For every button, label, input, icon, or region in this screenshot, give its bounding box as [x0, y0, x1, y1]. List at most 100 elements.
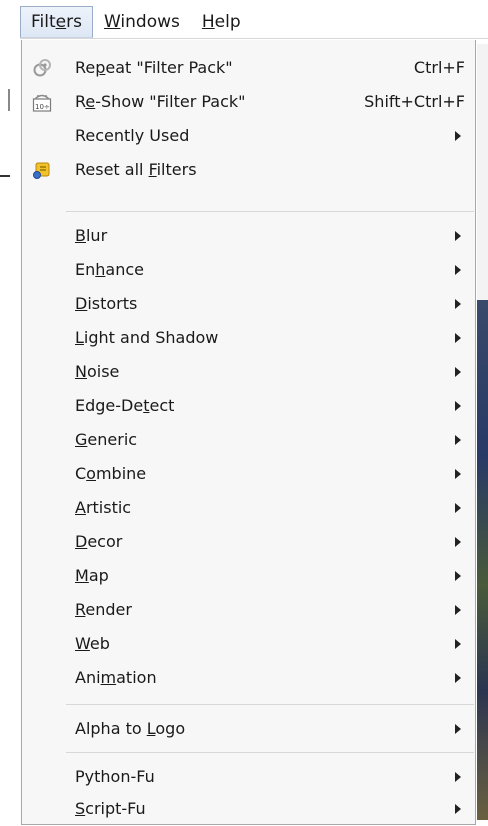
- menubar-filters[interactable]: Filters: [20, 6, 93, 38]
- menu-item-python-fu[interactable]: Python-Fu: [22, 760, 475, 794]
- app-background-left: [0, 44, 20, 825]
- menu-item-map[interactable]: Map: [22, 559, 475, 593]
- label-text: Alpha to: [75, 719, 147, 738]
- menu-item-reset-all-filters[interactable]: Reset all Filters: [22, 153, 475, 187]
- label-text: ation: [116, 668, 157, 687]
- menu-item-web[interactable]: Web: [22, 627, 475, 661]
- menu-item-edge-detect[interactable]: Edge-Detect: [22, 389, 475, 423]
- app-background-right: [477, 44, 488, 300]
- menu-item-label: Artistic: [75, 491, 131, 525]
- submenu-arrow-icon: [455, 724, 461, 734]
- menu-item-noise[interactable]: Noise: [22, 355, 475, 389]
- menu-item-label: Light and Shadow: [75, 321, 218, 355]
- mnemonic: W: [103, 12, 121, 32]
- mnemonic: e: [85, 92, 96, 111]
- label-text: eb: [89, 634, 110, 653]
- background-edge-mark: [8, 89, 10, 111]
- menubar-help[interactable]: Help: [191, 6, 252, 38]
- menu-item-alpha-to-logo[interactable]: Alpha to Logo: [22, 712, 475, 746]
- label-text: Ani: [75, 668, 101, 687]
- menu-item-label: Generic: [75, 423, 137, 457]
- mnemonic: L: [75, 328, 84, 347]
- mnemonic: F: [148, 160, 157, 179]
- menu-item-label: Enhance: [75, 253, 144, 287]
- menu-item-decor[interactable]: Decor: [22, 525, 475, 559]
- menubar-filters-label: Filt: [31, 12, 56, 32]
- menu-item-reshow-filter[interactable]: 10÷ Re-Show "Filter Pack" Shift+Ctrl+F: [22, 85, 475, 119]
- mnemonic: e: [55, 12, 67, 32]
- mnemonic: h: [95, 260, 106, 279]
- submenu-arrow-icon: [455, 435, 461, 445]
- submenu-arrow-icon: [455, 401, 461, 411]
- shortcut-text: Ctrl+F: [413, 58, 465, 77]
- menubar-filters-label-rest: rs: [66, 12, 82, 32]
- menu-item-artistic[interactable]: Artistic: [22, 491, 475, 525]
- menu-item-label: Script-Fu: [75, 792, 146, 826]
- menu-item-label: Map: [75, 559, 109, 593]
- menu-item-label: Blur: [75, 219, 107, 253]
- mnemonic: S: [75, 799, 86, 818]
- menu-item-label: Web: [75, 627, 110, 661]
- menubar-divider: [20, 38, 488, 39]
- menu-item-label: Render: [75, 593, 132, 627]
- label-text: ender: [85, 600, 132, 619]
- menu-separator: [66, 704, 474, 705]
- label-text: C: [75, 464, 87, 483]
- label-text: ect: [149, 396, 175, 415]
- label-text: cript-Fu: [85, 799, 146, 818]
- submenu-arrow-icon: [455, 804, 461, 814]
- menu-separator: [66, 752, 474, 753]
- mnemonic: o: [86, 464, 96, 483]
- menu-item-label: Animation: [75, 661, 157, 695]
- submenu-arrow-icon: [455, 367, 461, 377]
- mnemonic: A: [75, 498, 86, 517]
- menu-item-label: Repeat "Filter Pack": [75, 51, 233, 85]
- menu-item-repeat-filter[interactable]: Repeat "Filter Pack" Ctrl+F: [22, 51, 475, 85]
- menu-item-combine[interactable]: Combine: [22, 457, 475, 491]
- menu-item-script-fu[interactable]: Script-Fu: [22, 792, 475, 826]
- submenu-arrow-icon: [455, 673, 461, 683]
- label-text: istorts: [87, 294, 138, 313]
- menu-item-animation[interactable]: Animation: [22, 661, 475, 695]
- menu-item-label: Decor: [75, 525, 122, 559]
- menubar-help-label-rest: elp: [214, 12, 241, 32]
- menu-item-generic[interactable]: Generic: [22, 423, 475, 457]
- submenu-arrow-icon: [455, 605, 461, 615]
- reshow-filter-icon: 10÷: [32, 92, 52, 112]
- label-text: ecor: [87, 532, 123, 551]
- menu-item-distorts[interactable]: Distorts: [22, 287, 475, 321]
- label-text: -Show "Filter Pack": [95, 92, 246, 111]
- menubar: Filters Windows Help: [20, 6, 252, 38]
- menu-item-label: Combine: [75, 457, 146, 491]
- mnemonic: G: [75, 430, 88, 449]
- label-text: lur: [85, 226, 108, 245]
- menubar-windows[interactable]: Windows: [93, 6, 191, 38]
- menu-separator: [66, 211, 474, 212]
- submenu-arrow-icon: [455, 299, 461, 309]
- label-text: En: [75, 260, 96, 279]
- mnemonic: N: [75, 362, 87, 381]
- mnemonic: D: [75, 294, 88, 313]
- submenu-arrow-icon: [455, 772, 461, 782]
- menu-item-light-and-shadow[interactable]: Light and Shadow: [22, 321, 475, 355]
- menu-item-label: Distorts: [75, 287, 137, 321]
- submenu-arrow-icon: [455, 131, 461, 141]
- menu-item-recently-used[interactable]: Recently Used: [22, 119, 475, 153]
- mnemonic: W: [75, 634, 90, 653]
- menu-item-label: Noise: [75, 355, 119, 389]
- label-text: oise: [86, 362, 120, 381]
- label-text: ight and Shadow: [83, 328, 219, 347]
- menu-item-enhance[interactable]: Enhance: [22, 253, 475, 287]
- label-text: Edge-De: [75, 396, 144, 415]
- label-text: Re: [75, 58, 96, 77]
- menu-item-render[interactable]: Render: [22, 593, 475, 627]
- label-text: ap: [88, 566, 109, 585]
- label-text: eneric: [87, 430, 138, 449]
- submenu-arrow-icon: [455, 231, 461, 241]
- label-text: ilters: [156, 160, 197, 179]
- mnemonic: H: [201, 12, 215, 32]
- shortcut-text: Shift+Ctrl+F: [364, 92, 465, 111]
- mnemonic: M: [75, 566, 89, 585]
- menu-item-blur[interactable]: Blur: [22, 219, 475, 253]
- background-edge-mark: [0, 175, 10, 177]
